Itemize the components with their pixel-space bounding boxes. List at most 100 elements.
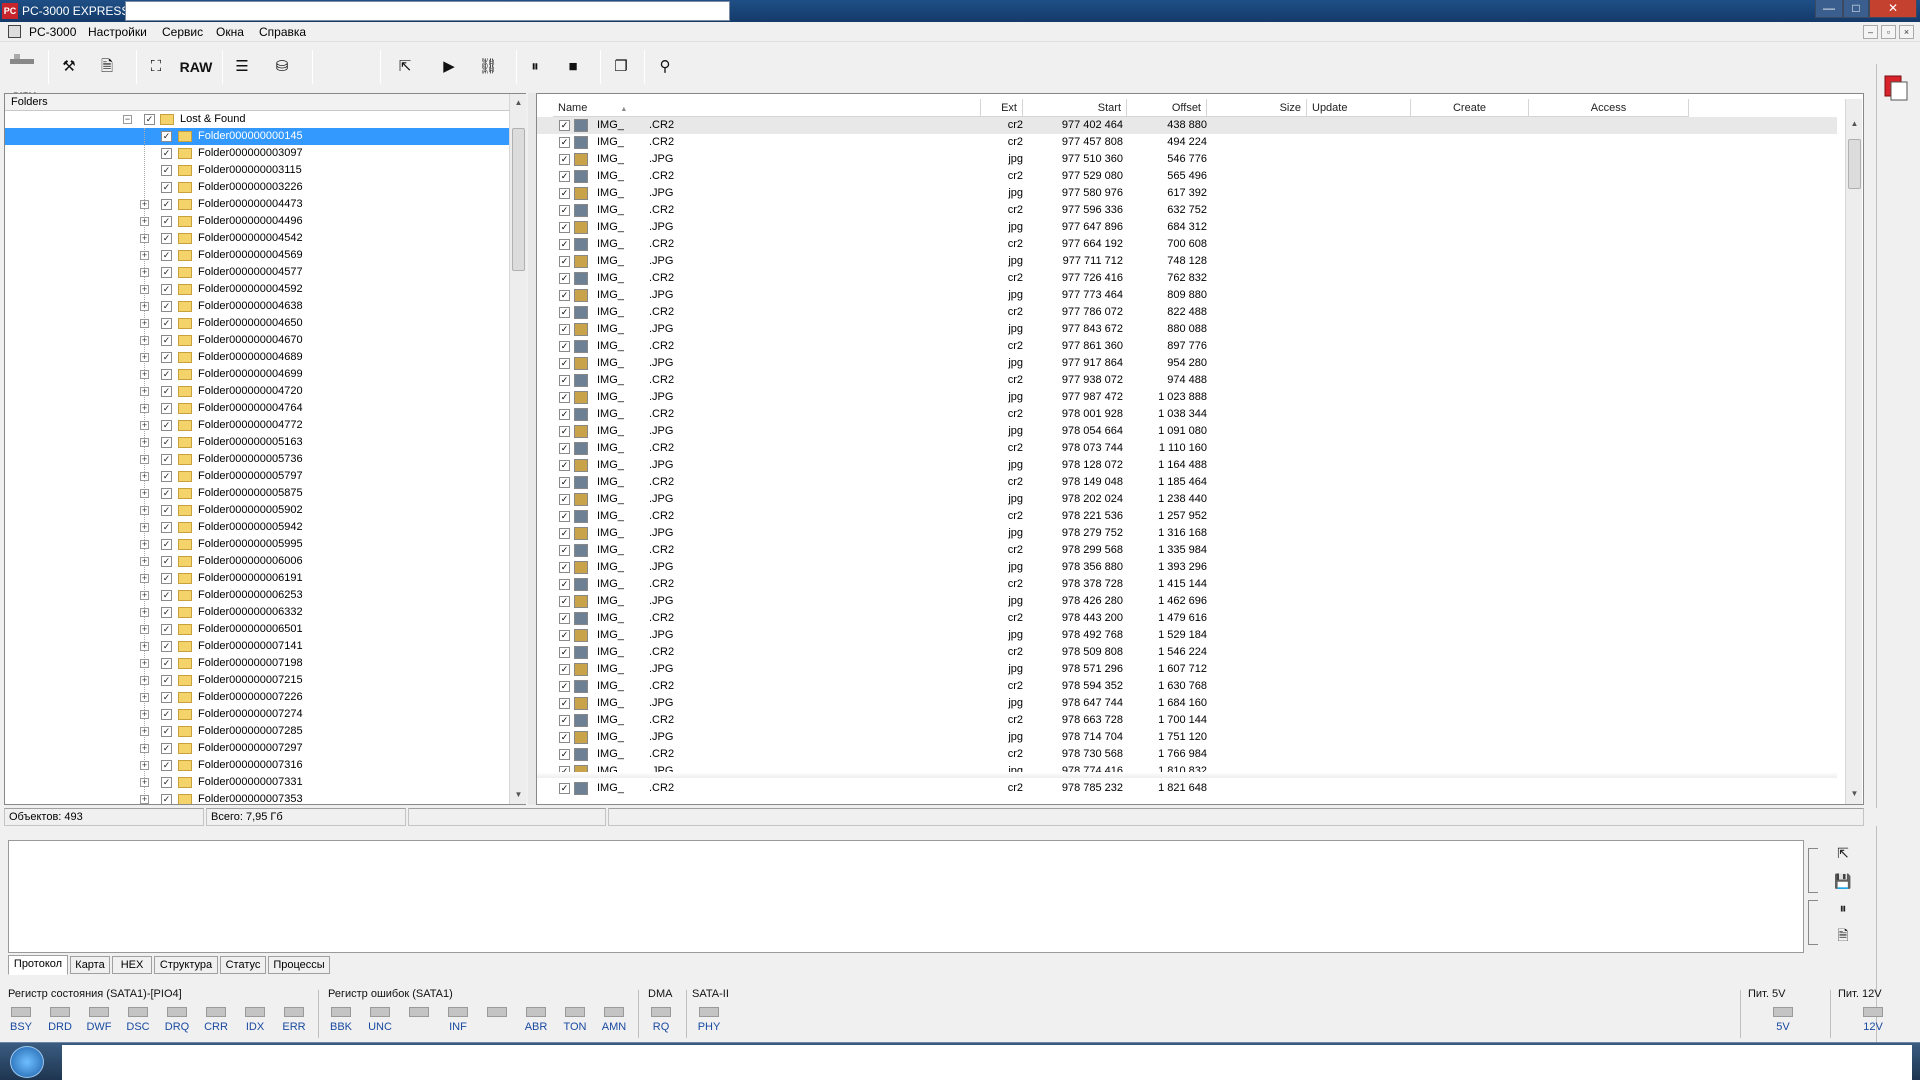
checkbox[interactable]: ✓	[559, 732, 570, 743]
checkbox[interactable]: ✓	[161, 624, 172, 635]
table-row[interactable]: ✓ IMG_ .CR2 cr2 978 663 728 1 700 144	[537, 712, 1837, 729]
table-row[interactable]: ✓ IMG_ .CR2 cr2 977 786 072 822 488	[537, 304, 1837, 321]
expand-icon[interactable]: +	[140, 625, 149, 634]
checkbox[interactable]: ✓	[559, 494, 570, 505]
checkbox[interactable]: ✓	[161, 505, 172, 516]
table-row[interactable]: ✓ IMG_ .JPG jpg 978 571 296 1 607 712	[537, 661, 1837, 678]
checkbox[interactable]: ✓	[161, 675, 172, 686]
folder-tree-scrollbar[interactable]: ▲ ▼	[509, 94, 526, 804]
checkbox[interactable]: ✓	[559, 681, 570, 692]
raw-button[interactable]: RAW	[176, 50, 216, 84]
tab-hex[interactable]: HEX	[112, 956, 152, 974]
checkbox[interactable]: ✓	[559, 409, 570, 420]
table-row[interactable]: ✓ IMG_ .JPG jpg 977 987 472 1 023 888	[537, 389, 1837, 406]
table-row[interactable]: ✓ IMG_ .JPG jpg 977 711 712 748 128	[537, 253, 1837, 270]
table-row[interactable]: ✓ IMG_ .JPG jpg 978 202 024 1 238 440	[537, 491, 1837, 508]
tree-node-folder[interactable]: + ✓ Folder000000007141	[5, 638, 509, 655]
stop-icon[interactable]: ■	[560, 50, 586, 84]
table-row[interactable]: ✓ IMG_ .JPG jpg 977 647 896 684 312	[537, 219, 1837, 236]
mdi-close-button[interactable]: ×	[1899, 25, 1914, 39]
expand-icon[interactable]: +	[140, 506, 149, 515]
expand-icon[interactable]: +	[140, 591, 149, 600]
expand-icon[interactable]: +	[140, 489, 149, 498]
log-export-icon[interactable]: ⇱	[1832, 843, 1854, 863]
table-row[interactable]: ✓ IMG_ .CR2 cr2 978 378 728 1 415 144	[537, 576, 1837, 593]
checkbox[interactable]: ✓	[161, 743, 172, 754]
checkbox[interactable]: ✓	[559, 545, 570, 556]
column-header-start[interactable]: Start	[1023, 99, 1127, 117]
expand-icon[interactable]: +	[140, 727, 149, 736]
play-icon[interactable]: ▶	[436, 50, 462, 84]
table-row[interactable]: ✓ IMG_ .JPG jpg 978 426 280 1 462 696	[537, 593, 1837, 610]
checkbox[interactable]: ✓	[161, 488, 172, 499]
table-row[interactable]: ✓ IMG_ .JPG jpg 978 054 664 1 091 080	[537, 423, 1837, 440]
checkbox[interactable]: ✓	[559, 188, 570, 199]
tree-node-folder[interactable]: + ✓ Folder000000007274	[5, 706, 509, 723]
tree-node-folder[interactable]: + ✓ Folder000000005736	[5, 451, 509, 468]
table-row[interactable]: ✓ IMG_ .JPG jpg 978 128 072 1 164 488	[537, 457, 1837, 474]
expand-icon[interactable]: +	[140, 608, 149, 617]
maximize-button[interactable]: □	[1843, 0, 1869, 18]
checkbox[interactable]: ✓	[161, 641, 172, 652]
menu-service[interactable]: Сервис	[162, 25, 203, 39]
checkbox[interactable]: ✓	[559, 511, 570, 522]
tree-node-folder[interactable]: + ✓ Folder000000004720	[5, 383, 509, 400]
checkbox[interactable]: ✓	[559, 256, 570, 267]
table-row[interactable]: ✓ IMG_ .JPG jpg 977 843 672 880 088	[537, 321, 1837, 338]
person-icon[interactable]: ⚲	[652, 50, 678, 84]
table-row[interactable]: ✓ IMG_ .JPG jpg 978 492 768 1 529 184	[537, 627, 1837, 644]
tree-node-folder[interactable]: + ✓ Folder000000004473	[5, 196, 509, 213]
checkbox[interactable]: ✓	[161, 437, 172, 448]
start-button[interactable]	[10, 1046, 44, 1078]
tree-node-folder[interactable]: + ✓ Folder000000004638	[5, 298, 509, 315]
expand-icon[interactable]: +	[140, 421, 149, 430]
column-header-size[interactable]: Size	[1207, 99, 1307, 117]
table-row[interactable]: ✓ IMG_ .CR2 cr2 978 594 352 1 630 768	[537, 678, 1837, 695]
tree-node-folder[interactable]: + ✓ Folder000000006253	[5, 587, 509, 604]
checkbox[interactable]: ✓	[559, 613, 570, 624]
mdi-restore-button[interactable]: ▫	[1881, 25, 1896, 39]
scroll-up-icon[interactable]: ▲	[512, 96, 525, 110]
table-row[interactable]: ✓ IMG_ .JPG jpg 978 356 880 1 393 296	[537, 559, 1837, 576]
checkbox[interactable]: ✓	[559, 698, 570, 709]
system-menu-icon[interactable]	[8, 25, 21, 38]
checkbox[interactable]: ✓	[161, 250, 172, 261]
tree-node-folder[interactable]: + ✓ Folder000000006332	[5, 604, 509, 621]
checkbox[interactable]: ✓	[559, 715, 570, 726]
checkbox[interactable]: ✓	[559, 579, 570, 590]
checkbox[interactable]: ✓	[559, 664, 570, 675]
expand-icon[interactable]: +	[140, 744, 149, 753]
expand-icon[interactable]: +	[140, 710, 149, 719]
disk-arrow-icon[interactable]: ⛁	[268, 50, 296, 84]
column-header-ext[interactable]: Ext	[981, 99, 1023, 117]
tree-node-folder[interactable]: + ✓ Folder000000005902	[5, 502, 509, 519]
table-row[interactable]: ✓ IMG_ .CR2 cr2 978 443 200 1 479 616	[537, 610, 1837, 627]
checkbox[interactable]: ✓	[559, 290, 570, 301]
network-icon[interactable]: ⛓	[472, 50, 504, 84]
checkbox[interactable]: ✓	[559, 171, 570, 182]
expand-icon[interactable]: +	[140, 370, 149, 379]
scroll-thumb[interactable]	[1848, 139, 1861, 189]
tools-icon[interactable]: ⚒	[56, 50, 82, 84]
tab-status[interactable]: Статус	[220, 956, 266, 974]
checkbox[interactable]: ✓	[161, 131, 172, 142]
tree-node-folder[interactable]: + ✓ Folder000000004592	[5, 281, 509, 298]
checkbox[interactable]: ✓	[559, 528, 570, 539]
tree-node-folder[interactable]: + ✓ Folder000000007297	[5, 740, 509, 757]
sata-icon[interactable]: SATA1	[6, 50, 38, 100]
tree-node-folder[interactable]: + ✓ Folder000000004699	[5, 366, 509, 383]
copy-icon[interactable]: ❐	[608, 50, 634, 84]
tree-node-folder[interactable]: + ✓ Folder000000007353	[5, 791, 509, 804]
checkbox[interactable]: ✓	[161, 607, 172, 618]
checkbox[interactable]: ✓	[559, 239, 570, 250]
tree-node-folder[interactable]: + ✓ Folder000000005995	[5, 536, 509, 553]
scroll-up-icon[interactable]: ▲	[1848, 117, 1861, 131]
expand-icon[interactable]: +	[140, 693, 149, 702]
tab-map[interactable]: Карта	[70, 956, 110, 974]
table-row[interactable]: ✓ IMG_ .CR2 cr2 978 299 568 1 335 984	[537, 542, 1837, 559]
checkbox[interactable]: ✓	[559, 307, 570, 318]
tree-node-folder[interactable]: + ✓ Folder000000007215	[5, 672, 509, 689]
checkbox[interactable]: ✓	[161, 369, 172, 380]
expand-icon[interactable]: +	[140, 455, 149, 464]
column-header-offset[interactable]: Offset	[1127, 99, 1207, 117]
